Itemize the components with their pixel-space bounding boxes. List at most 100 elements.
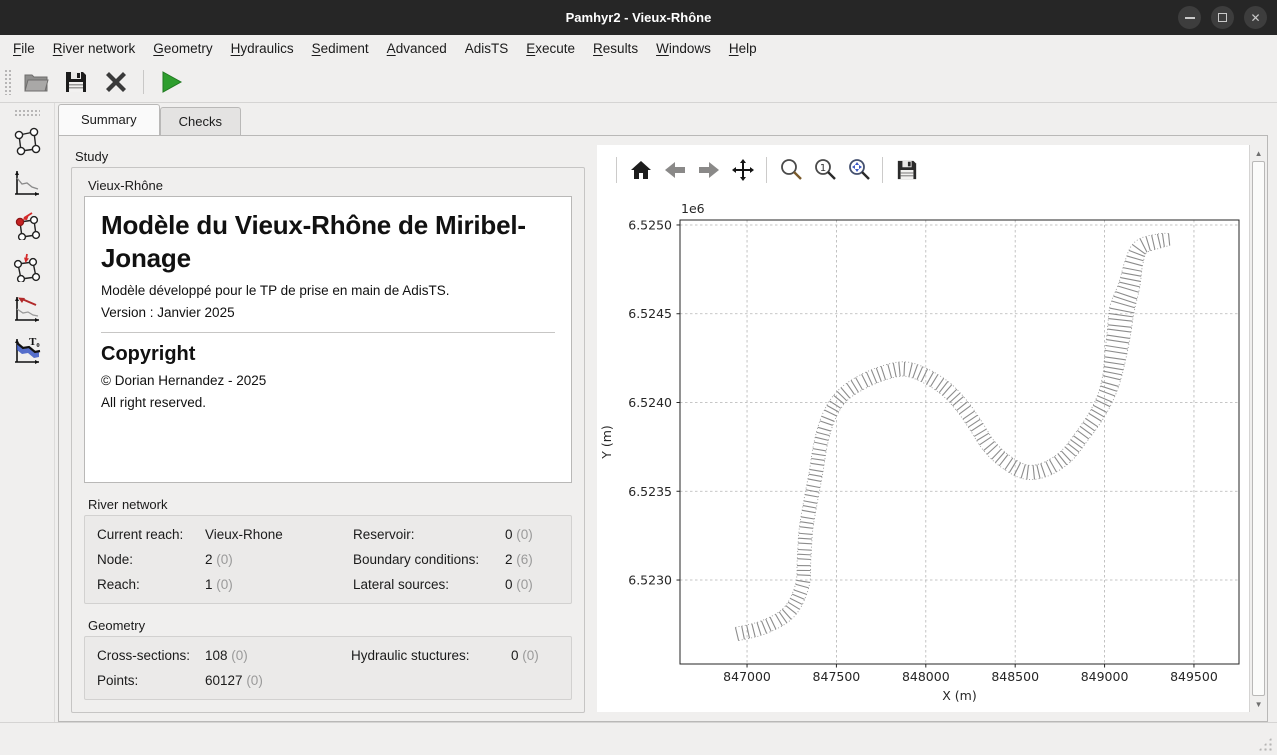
field-value: 0 (0) <box>505 577 559 592</box>
field-value: 108 (0) <box>205 648 351 663</box>
sidebar-item-boundary-conditions[interactable] <box>6 204 48 246</box>
study-section-label: Study <box>71 147 585 167</box>
svg-text:847000: 847000 <box>723 669 771 684</box>
close-study-button[interactable] <box>99 66 133 98</box>
menu-windows[interactable]: Windows <box>647 38 720 59</box>
sidebar-drag-handle[interactable] <box>14 109 40 116</box>
field-value: 0 (0) <box>511 648 559 663</box>
stricklers-icon <box>12 294 42 324</box>
plot-zoom-fit-button[interactable] <box>845 157 872 184</box>
plot-save-button[interactable] <box>893 157 920 184</box>
menu-geometry[interactable]: Geometry <box>144 38 221 59</box>
menu-results[interactable]: Results <box>584 38 647 59</box>
plot-zoom-rect-button[interactable] <box>777 157 804 184</box>
svg-text:1: 1 <box>819 163 825 174</box>
copyright-author: © Dorian Hernandez - 2025 <box>101 373 555 388</box>
svg-text:6.5250: 6.5250 <box>628 217 672 232</box>
divider <box>101 332 555 333</box>
sidebar-item-geometry[interactable] <box>6 162 48 204</box>
vertical-scrollbar: ▲ ▼ <box>1249 145 1267 712</box>
folder-open-icon <box>23 71 49 93</box>
menu-bar: FileRiver networkGeometryHydraulicsSedim… <box>0 35 1277 61</box>
initial-conditions-icon: T₀ <box>12 336 42 366</box>
plot-toolbar: 1 <box>597 145 1249 195</box>
river-plot-panel: 1 <box>597 145 1249 712</box>
scroll-up-arrow[interactable]: ▲ <box>1250 145 1267 161</box>
minimize-button[interactable] <box>1178 6 1201 29</box>
svg-text:T₀: T₀ <box>29 336 40 348</box>
menu-sediment[interactable]: Sediment <box>303 38 378 59</box>
magnifier-fit-icon <box>847 158 871 182</box>
plot-forward-button[interactable] <box>695 157 722 184</box>
sidebar-item-lateral-contributions[interactable] <box>6 246 48 288</box>
plot-home-button[interactable] <box>627 157 654 184</box>
menu-help[interactable]: Help <box>720 38 766 59</box>
plot-zoom-original-button[interactable]: 1 <box>811 157 838 184</box>
field-label: Boundary conditions: <box>353 552 505 567</box>
river-network-panel: Current reach: Vieux-Rhone Reservoir: 0 … <box>84 515 572 604</box>
field-label: Node: <box>97 552 205 567</box>
svg-text:Y (m): Y (m) <box>599 425 614 460</box>
svg-text:6.5230: 6.5230 <box>628 573 672 588</box>
save-icon <box>64 70 88 94</box>
svg-text:848000: 848000 <box>902 669 950 684</box>
tab-checks[interactable]: Checks <box>160 107 241 135</box>
river-network-plot-canvas[interactable]: 8470008475008480008485008490008495006.52… <box>597 195 1249 711</box>
run-solver-button[interactable] <box>154 66 188 98</box>
toolbar-drag-handle[interactable] <box>4 69 11 95</box>
close-icon: ✕ <box>1250 12 1260 24</box>
menu-advanced[interactable]: Advanced <box>378 38 456 59</box>
arrow-left-icon <box>664 159 686 181</box>
main-tab-widget: Summary Checks Study Vieux-Rhône Modèle … <box>55 103 1277 722</box>
svg-text:6.5245: 6.5245 <box>628 306 672 321</box>
field-label: Lateral sources: <box>353 577 505 592</box>
resize-grip[interactable] <box>1258 737 1272 751</box>
svg-text:1e6: 1e6 <box>681 201 705 216</box>
boundary-conditions-icon <box>12 210 42 240</box>
minimize-icon <box>1185 17 1195 19</box>
pan-move-icon <box>731 158 755 182</box>
magnifier-1x-icon: 1 <box>813 158 837 182</box>
scroll-down-arrow[interactable]: ▼ <box>1250 696 1267 712</box>
open-study-button[interactable] <box>19 66 53 98</box>
plot-pan-button[interactable] <box>729 157 756 184</box>
menu-execute[interactable]: Execute <box>517 38 584 59</box>
menu-adists[interactable]: AdisTS <box>456 38 518 59</box>
close-study-icon <box>104 70 128 94</box>
menu-river-network[interactable]: River network <box>44 38 145 59</box>
scrollbar-thumb[interactable] <box>1252 161 1265 696</box>
field-label: Current reach: <box>97 527 205 542</box>
main-toolbar <box>0 61 1277 103</box>
copyright-title: Copyright <box>101 343 555 366</box>
svg-text:6.5235: 6.5235 <box>628 484 672 499</box>
study-description-box: Modèle du Vieux-Rhône de Miribel-Jonage … <box>84 196 572 483</box>
tab-summary[interactable]: Summary <box>58 104 160 135</box>
field-value: 2 (6) <box>505 552 559 567</box>
window-title: Pamhyr2 - Vieux-Rhône <box>566 10 712 25</box>
svg-text:849500: 849500 <box>1170 669 1218 684</box>
study-panel: Study Vieux-Rhône Modèle du Vieux-Rhône … <box>59 145 597 712</box>
study-description: Modèle développé pour le TP de prise en … <box>101 283 555 298</box>
field-label: Cross-sections: <box>97 648 205 663</box>
reach-group-label: Vieux-Rhône <box>84 176 572 196</box>
toolbar-separator <box>143 70 144 94</box>
sidebar-item-stricklers[interactable] <box>6 288 48 330</box>
field-value: 1 (0) <box>205 577 353 592</box>
close-button[interactable]: ✕ <box>1244 6 1267 29</box>
svg-text:847500: 847500 <box>813 669 861 684</box>
save-study-button[interactable] <box>59 66 93 98</box>
sidebar-item-initial-conditions[interactable]: T₀ <box>6 330 48 372</box>
river-network-icon <box>12 126 42 156</box>
sidebar-item-river-network[interactable] <box>6 120 48 162</box>
menu-file[interactable]: File <box>4 38 44 59</box>
field-label: Reservoir: <box>353 527 505 542</box>
svg-text:848500: 848500 <box>991 669 1039 684</box>
plot-back-button[interactable] <box>661 157 688 184</box>
menu-hydraulics[interactable]: Hydraulics <box>222 38 303 59</box>
svg-text:X (m): X (m) <box>942 688 976 703</box>
field-value: 0 (0) <box>505 527 559 542</box>
field-value: 2 (0) <box>205 552 353 567</box>
maximize-button[interactable] <box>1211 6 1234 29</box>
title-bar: Pamhyr2 - Vieux-Rhône ✕ <box>0 0 1277 35</box>
geometry-panel: Cross-sections: 108 (0) Hydraulic stuctu… <box>84 636 572 700</box>
